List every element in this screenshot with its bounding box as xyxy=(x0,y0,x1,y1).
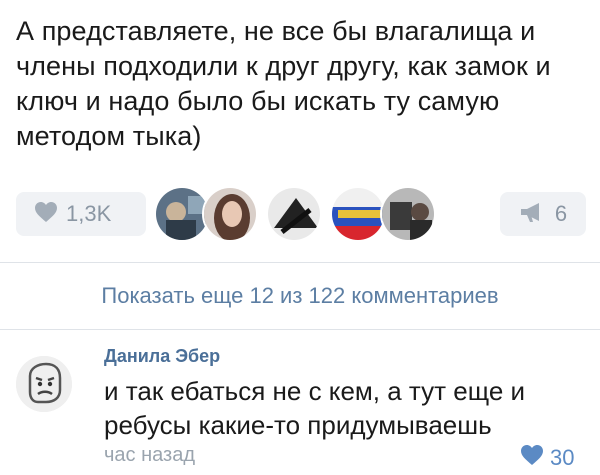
comment-timestamp: час назад xyxy=(104,444,196,466)
liker-avatar[interactable] xyxy=(330,186,386,242)
comment: Данила Эбер и так ебаться не с кем, а ту… xyxy=(0,330,600,475)
liker-avatar[interactable] xyxy=(380,186,436,242)
comment-text: и так ебаться не с кем, а тут еще и ребу… xyxy=(104,376,526,440)
comment-like-button[interactable]: 30 xyxy=(520,444,574,471)
heart-icon xyxy=(520,444,544,471)
liker-avatar[interactable] xyxy=(202,186,258,242)
comment-avatar[interactable] xyxy=(16,356,72,412)
like-count: 1,3K xyxy=(66,201,112,226)
show-more-comments-link[interactable]: Показать еще 12 из 122 комментариев xyxy=(0,263,600,329)
comment-author[interactable]: Данила Эбер xyxy=(104,346,220,367)
post-actions: 1,3K 6 xyxy=(0,186,600,246)
like-button[interactable]: 1,3K xyxy=(16,192,146,236)
megaphone-icon xyxy=(519,201,545,228)
comment-like-count: 30 xyxy=(550,444,575,470)
share-button[interactable]: 6 xyxy=(500,192,586,236)
liker-avatar[interactable] xyxy=(266,186,322,242)
share-count: 6 xyxy=(554,201,568,226)
post-text: А представляете, не все бы влагалища и ч… xyxy=(16,16,551,151)
heart-icon xyxy=(34,201,58,228)
